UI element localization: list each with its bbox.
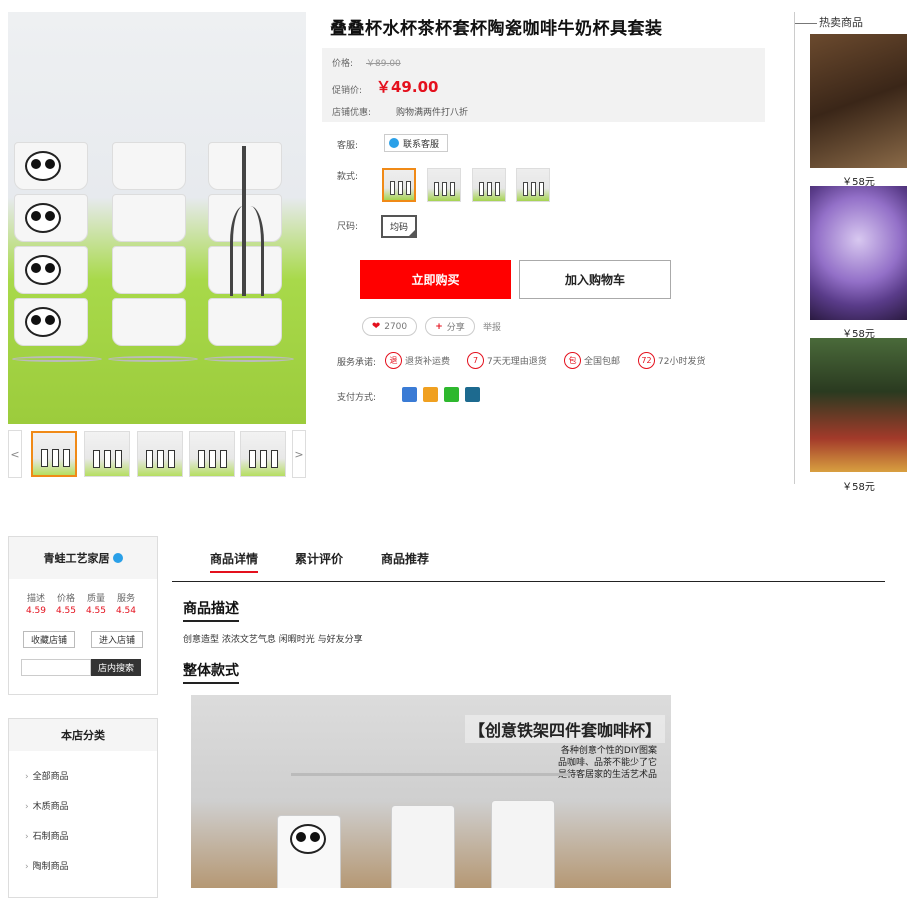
thumbnail[interactable]	[84, 431, 130, 477]
banner-title: 【创意铁架四件套咖啡杯】	[464, 715, 665, 743]
eiffel-cup	[491, 800, 555, 888]
hot-item-image[interactable]	[810, 34, 907, 168]
shop-info: 青蛙工艺家居 描述 4.59 价格 4.55 质量 4.55 服务 4.54 收藏店铺 …	[8, 536, 158, 695]
product-main-image	[8, 12, 306, 424]
share-label: 分享	[446, 323, 465, 333]
style-option[interactable]	[427, 168, 461, 202]
description-text: 创意造型 浓浓文艺气息 闲暇时光 与好友分享	[183, 635, 363, 645]
size-option[interactable]: 均码	[381, 215, 417, 238]
category-item[interactable]: 陶制商品	[25, 859, 69, 872]
store-promo: 购物满两件打八折	[396, 108, 469, 118]
thumbnail[interactable]	[137, 431, 183, 477]
tab-recommend[interactable]: 商品推荐	[381, 550, 429, 571]
shop-scores: 描述 4.59 价格 4.55 质量 4.55 服务 4.54	[25, 594, 137, 616]
contact-service-button[interactable]: 联系客服	[384, 134, 448, 152]
thumbnail[interactable]	[189, 431, 235, 477]
eiffel-cup-stack	[208, 138, 282, 346]
style-option[interactable]	[472, 168, 506, 202]
add-to-cart-button[interactable]: 加入购物车	[519, 260, 671, 299]
hot-title: 热卖商品	[795, 14, 863, 30]
thumb-next-button[interactable]: >	[292, 430, 306, 478]
shop-name[interactable]: 青蛙工艺家居	[44, 550, 110, 566]
size-label: 尺码:	[337, 222, 359, 232]
report-link[interactable]: 举报	[483, 320, 501, 333]
panda-cup-stack	[14, 138, 88, 346]
favorite-shop-button[interactable]: 收藏店铺	[23, 631, 75, 648]
style-option[interactable]	[516, 168, 550, 202]
promo-price: ￥49.00	[376, 78, 439, 96]
category-item[interactable]: 全部商品	[25, 769, 69, 782]
seven-day-icon: 7	[467, 352, 484, 369]
shop-search-input[interactable]	[21, 659, 91, 676]
thumbnail[interactable]	[31, 431, 77, 477]
promise-return: 退 退货补运费	[385, 352, 450, 369]
chat-icon[interactable]	[112, 553, 123, 563]
divider	[794, 12, 795, 484]
tab-reviews[interactable]: 累计评价	[295, 550, 343, 571]
product-title: 叠叠杯水杯茶杯套杯陶瓷咖啡牛奶杯具套装	[330, 19, 663, 39]
contact-service-label: 联系客服	[403, 139, 440, 150]
tab-details[interactable]: 商品详情	[210, 550, 259, 573]
style-label: 款式:	[337, 172, 359, 182]
store-promo-label: 店铺优惠:	[332, 108, 372, 118]
section-title: 商品描述	[183, 598, 239, 622]
lavender-cup-stack	[112, 138, 186, 346]
style-option[interactable]	[382, 168, 416, 202]
hot-item-image[interactable]	[810, 186, 907, 320]
detail-tabs: 商品详情 累计评价 商品推荐	[172, 540, 885, 582]
promise-72h: 72 72小时发货	[638, 352, 705, 369]
hot-item-price: ￥58元	[842, 482, 875, 493]
thumbnail-strip: < >	[8, 430, 306, 478]
wire-rack	[204, 356, 294, 362]
thumb-prev-button[interactable]: <	[8, 430, 22, 478]
promise-free-shipping: 包 全国包邮	[564, 352, 620, 369]
price-box: 价格: ￥89.00 促销价: ￥49.00 店铺优惠: 购物满两件打八折	[322, 48, 765, 122]
category-title: 本店分类	[9, 719, 157, 751]
service-label: 客服:	[337, 141, 359, 151]
payment-label: 支付方式:	[337, 393, 377, 403]
wechat-pay-icon	[444, 387, 459, 402]
thumbnail[interactable]	[240, 431, 286, 477]
promise-label: 服务承诺:	[337, 358, 377, 368]
like-count: 2700	[384, 321, 408, 332]
return-icon: 退	[385, 352, 402, 369]
category-item[interactable]: 石制商品	[25, 829, 69, 842]
category-item[interactable]: 木质商品	[25, 799, 69, 812]
hot-item-image[interactable]	[810, 338, 907, 472]
clock-72-icon: 72	[638, 352, 655, 369]
price-label: 价格:	[332, 59, 354, 69]
wire-rack	[108, 356, 198, 362]
wire-rack	[291, 773, 571, 776]
like-button[interactable]: ❤ 2700	[362, 317, 417, 336]
enter-shop-button[interactable]: 进入店铺	[91, 631, 143, 648]
detail-banner-image: 【创意铁架四件套咖啡杯】 各种创意个性的DIY图案 品咖啡、品茶不能少了它 是待…	[191, 695, 671, 888]
section-title: 整体款式	[183, 660, 239, 684]
shop-categories: 本店分类 全部商品 木质商品 石制商品 陶制商品	[8, 718, 158, 898]
promise-7day: 7 7天无理由退货	[467, 352, 547, 369]
unionpay-icon	[465, 387, 480, 402]
original-price: ￥89.00	[366, 59, 401, 69]
wire-rack	[12, 356, 102, 362]
promo-price-label: 促销价:	[332, 86, 363, 96]
shipping-icon: 包	[564, 352, 581, 369]
alipay-icon	[423, 387, 438, 402]
shop-search-button[interactable]: 店内搜索	[91, 659, 141, 676]
chat-icon	[389, 138, 399, 148]
share-button[interactable]: + 分享	[425, 317, 475, 336]
panda-cup	[277, 815, 341, 888]
buy-now-button[interactable]: 立即购买	[360, 260, 511, 299]
lavender-cup	[391, 805, 455, 888]
heart-icon: ❤	[371, 321, 381, 332]
credit-card-icon	[402, 387, 417, 402]
plus-icon: +	[435, 321, 443, 332]
banner-subtitle: 各种创意个性的DIY图案 品咖啡、品茶不能少了它 是待客居家的生活艺术品	[557, 746, 657, 780]
